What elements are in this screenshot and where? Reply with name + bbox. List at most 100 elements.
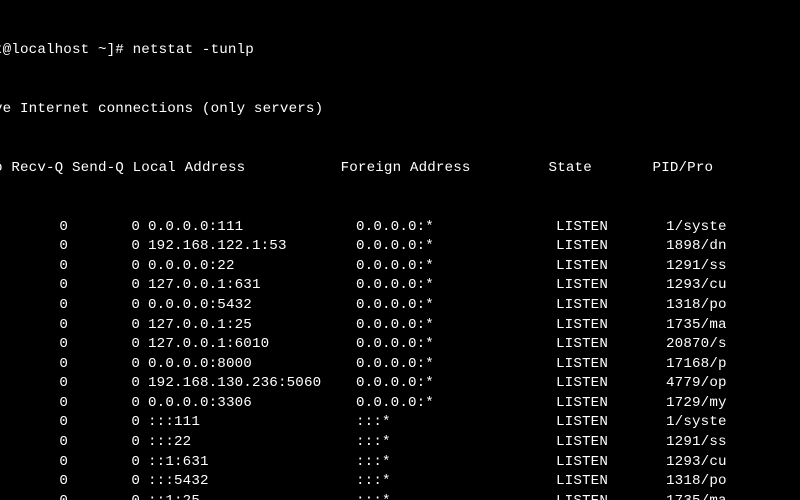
- cell-recv-q: 0: [0, 394, 68, 414]
- cell-local-address: 127.0.0.1:631: [140, 276, 348, 296]
- cell-pid-program: 1291/ss: [666, 257, 727, 277]
- table-row: 00127.0.0.1:60100.0.0.0:*LISTEN20870/s: [0, 335, 800, 355]
- cell-recv-q: 0: [0, 218, 68, 238]
- cell-foreign-address: 0.0.0.0:*: [348, 276, 556, 296]
- cell-send-q: 0: [68, 218, 140, 238]
- cell-foreign-address: 0.0.0.0:*: [348, 394, 556, 414]
- cell-state: LISTEN: [556, 374, 666, 394]
- col-state: State: [549, 160, 592, 176]
- table-row: 00192.168.130.236:50600.0.0.0:*LISTEN477…: [0, 374, 800, 394]
- header-text: ve Internet connections (only servers): [0, 101, 323, 117]
- table-row: 00127.0.0.1:250.0.0.0:*LISTEN1735/ma: [0, 316, 800, 336]
- cell-local-address: 0.0.0.0:22: [140, 257, 348, 277]
- cell-recv-q: 0: [0, 237, 68, 257]
- table-row: 00:::5432:::*LISTEN1318/po: [0, 472, 800, 492]
- cell-send-q: 0: [68, 296, 140, 316]
- cell-state: LISTEN: [556, 472, 666, 492]
- cell-send-q: 0: [68, 433, 140, 453]
- prompt-text: t@localhost ~]# netstat -tunlp: [0, 42, 254, 58]
- cell-state: LISTEN: [556, 413, 666, 433]
- cell-recv-q: 0: [0, 296, 68, 316]
- col-local: Local Address: [133, 160, 246, 176]
- cell-state: LISTEN: [556, 355, 666, 375]
- cell-state: LISTEN: [556, 492, 666, 500]
- cell-pid-program: 20870/s: [666, 335, 727, 355]
- table-row: 000.0.0.0:54320.0.0.0:*LISTEN1318/po: [0, 296, 800, 316]
- cell-foreign-address: 0.0.0.0:*: [348, 257, 556, 277]
- cell-recv-q: 0: [0, 413, 68, 433]
- col-sendq: Send-Q: [72, 160, 124, 176]
- cell-local-address: 127.0.0.1:25: [140, 316, 348, 336]
- cell-recv-q: 0: [0, 335, 68, 355]
- cell-local-address: 0.0.0.0:8000: [140, 355, 348, 375]
- table-row: 00192.168.122.1:530.0.0.0:*LISTEN1898/dn: [0, 237, 800, 257]
- cell-state: LISTEN: [556, 394, 666, 414]
- cell-foreign-address: 0.0.0.0:*: [348, 218, 556, 238]
- cell-local-address: ::1:25: [140, 492, 348, 500]
- cell-send-q: 0: [68, 374, 140, 394]
- cell-local-address: 192.168.122.1:53: [140, 237, 348, 257]
- cell-local-address: 0.0.0.0:111: [140, 218, 348, 238]
- cell-send-q: 0: [68, 276, 140, 296]
- cell-send-q: 0: [68, 237, 140, 257]
- column-header-row: o Recv-Q Send-Q Local Address Foreign Ad…: [0, 159, 800, 179]
- cell-foreign-address: :::*: [348, 453, 556, 473]
- cell-foreign-address: :::*: [348, 492, 556, 500]
- col-foreign: Foreign Address: [341, 160, 471, 176]
- cell-local-address: 0.0.0.0:5432: [140, 296, 348, 316]
- cell-local-address: 127.0.0.1:6010: [140, 335, 348, 355]
- cell-state: LISTEN: [556, 257, 666, 277]
- cell-state: LISTEN: [556, 453, 666, 473]
- cell-state: LISTEN: [556, 433, 666, 453]
- cell-send-q: 0: [68, 335, 140, 355]
- cell-pid-program: 1318/po: [666, 296, 727, 316]
- shell-prompt: t@localhost ~]# netstat -tunlp: [0, 41, 800, 61]
- table-row: 00:::22:::*LISTEN1291/ss: [0, 433, 800, 453]
- cell-state: LISTEN: [556, 296, 666, 316]
- terminal-output[interactable]: t@localhost ~]# netstat -tunlp ve Intern…: [0, 0, 800, 500]
- cell-local-address: 192.168.130.236:5060: [140, 374, 348, 394]
- cell-recv-q: 0: [0, 355, 68, 375]
- cell-recv-q: 0: [0, 433, 68, 453]
- cell-state: LISTEN: [556, 237, 666, 257]
- cell-pid-program: 1293/cu: [666, 276, 727, 296]
- cell-send-q: 0: [68, 394, 140, 414]
- cell-local-address: ::1:631: [140, 453, 348, 473]
- cell-state: LISTEN: [556, 316, 666, 336]
- col-pid: PID/Pro: [653, 160, 714, 176]
- cell-send-q: 0: [68, 316, 140, 336]
- cell-foreign-address: 0.0.0.0:*: [348, 335, 556, 355]
- cell-send-q: 0: [68, 413, 140, 433]
- table-row: 000.0.0.0:220.0.0.0:*LISTEN1291/ss: [0, 257, 800, 277]
- cell-local-address: :::5432: [140, 472, 348, 492]
- cell-pid-program: 1735/ma: [666, 492, 727, 500]
- cell-pid-program: 4779/op: [666, 374, 727, 394]
- cell-recv-q: 0: [0, 276, 68, 296]
- cell-send-q: 0: [68, 492, 140, 500]
- cell-state: LISTEN: [556, 218, 666, 238]
- cell-foreign-address: :::*: [348, 413, 556, 433]
- cell-pid-program: 1898/dn: [666, 237, 727, 257]
- cell-local-address: 0.0.0.0:3306: [140, 394, 348, 414]
- cell-send-q: 0: [68, 355, 140, 375]
- cell-send-q: 0: [68, 472, 140, 492]
- cell-foreign-address: 0.0.0.0:*: [348, 355, 556, 375]
- cell-recv-q: 0: [0, 492, 68, 500]
- table-row: 000.0.0.0:1110.0.0.0:*LISTEN1/syste: [0, 218, 800, 238]
- cell-foreign-address: :::*: [348, 433, 556, 453]
- cell-recv-q: 0: [0, 257, 68, 277]
- table-row: 00::1:25:::*LISTEN1735/ma: [0, 492, 800, 500]
- cell-pid-program: 1729/my: [666, 394, 727, 414]
- table-row: 00:::111:::*LISTEN1/syste: [0, 413, 800, 433]
- cell-recv-q: 0: [0, 316, 68, 336]
- cell-foreign-address: 0.0.0.0:*: [348, 296, 556, 316]
- cell-state: LISTEN: [556, 276, 666, 296]
- cell-foreign-address: 0.0.0.0:*: [348, 374, 556, 394]
- table-row: 00::1:631:::*LISTEN1293/cu: [0, 453, 800, 473]
- table-row: 000.0.0.0:33060.0.0.0:*LISTEN1729/my: [0, 394, 800, 414]
- cell-recv-q: 0: [0, 472, 68, 492]
- cell-pid-program: 1293/cu: [666, 453, 727, 473]
- cell-foreign-address: :::*: [348, 472, 556, 492]
- cell-foreign-address: 0.0.0.0:*: [348, 237, 556, 257]
- cell-pid-program: 1318/po: [666, 472, 727, 492]
